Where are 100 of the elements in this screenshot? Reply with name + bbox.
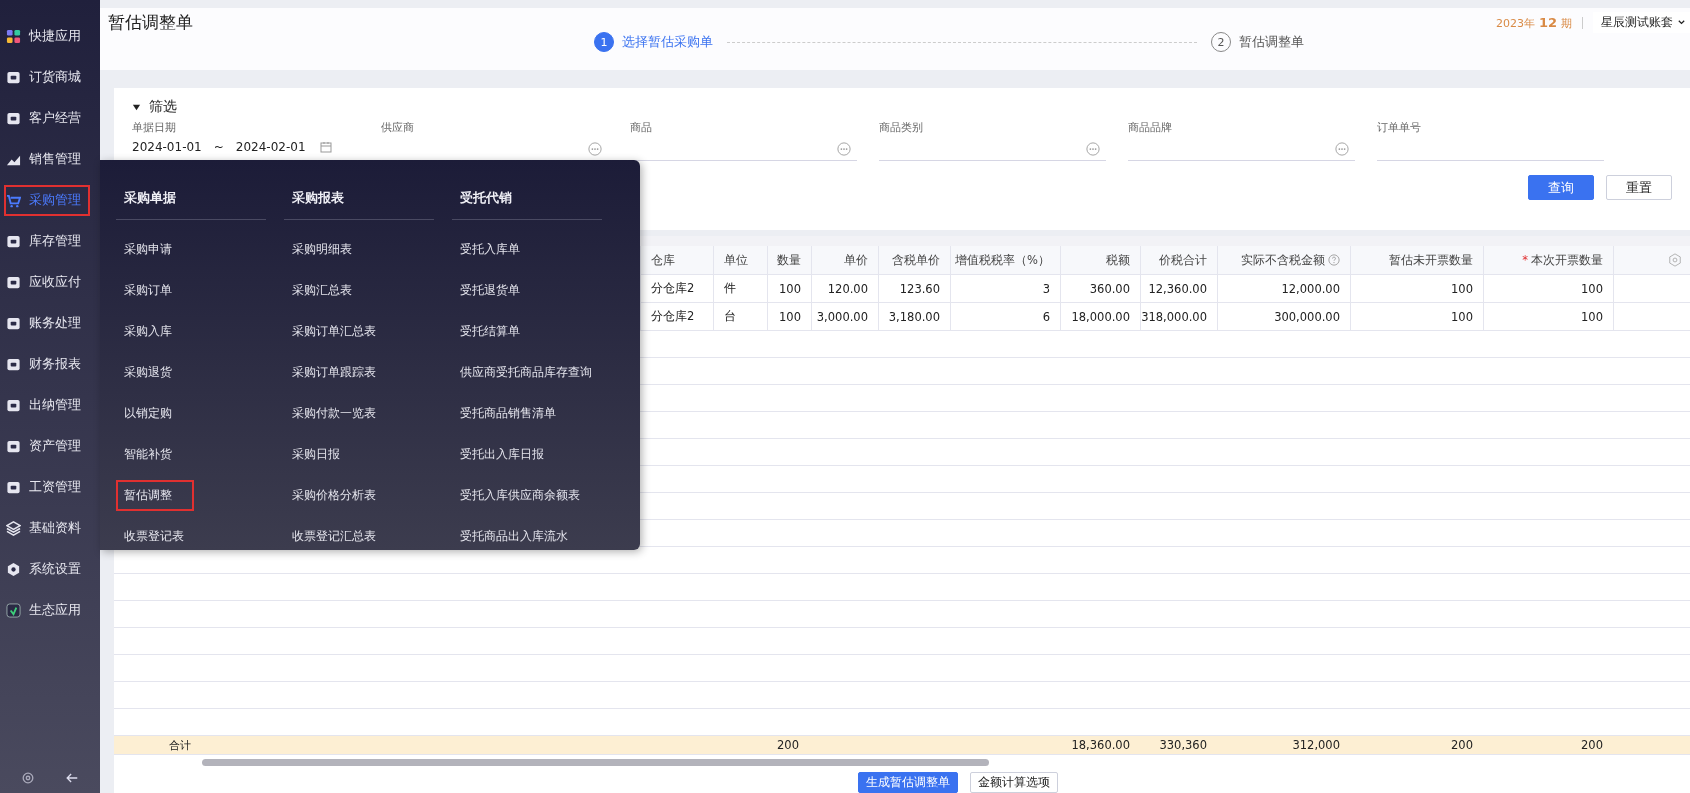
range-separator: ~ <box>213 140 224 154</box>
field-label: 商品 <box>630 120 653 135</box>
menu-item[interactable]: 受托入库供应商余额表 <box>452 480 588 511</box>
table-cell: 100 <box>767 275 811 302</box>
menu-heading: 受托代销 <box>452 186 602 220</box>
table-cell: 12,000.00 <box>1217 275 1350 302</box>
more-icon[interactable] <box>1086 142 1100 156</box>
sidebar-item[interactable]: 快捷应用 <box>4 21 90 52</box>
settings-icon[interactable] <box>1668 253 1682 267</box>
menu-item[interactable]: 采购明细表 <box>284 234 360 265</box>
sidebar-item[interactable]: 客户经营 <box>4 103 90 134</box>
summary-cell: 200 <box>1451 738 1473 752</box>
menu-item[interactable]: 受托结算单 <box>452 316 528 347</box>
summary-cell: 312,000 <box>1292 738 1340 752</box>
sidebar-item[interactable]: 库存管理 <box>4 226 90 257</box>
page-title: 暂估调整单 <box>108 11 193 34</box>
menu-item[interactable]: 受托出入库日报 <box>452 439 552 470</box>
menu-item[interactable]: 受托退货单 <box>452 275 528 306</box>
menu-item[interactable]: 采购付款一览表 <box>284 398 384 429</box>
table-cell: 123.60 <box>878 275 950 302</box>
column-header: 增值税税率（%） <box>955 252 1050 268</box>
triangle-icon <box>132 102 141 112</box>
table-cell: 300,000.00 <box>1217 303 1350 330</box>
sidebar-item[interactable]: 销售管理 <box>4 144 90 175</box>
field-label: 商品品牌 <box>1128 120 1173 135</box>
field-label: 订单单号 <box>1377 120 1422 135</box>
step-item: 2 暂估调整单 <box>1211 32 1304 52</box>
sidebar-item[interactable]: 出纳管理 <box>4 390 90 421</box>
generate-button[interactable]: 生成暂估调整单 <box>858 772 958 793</box>
sidebar-item[interactable]: 账务处理 <box>4 308 90 339</box>
menu-item[interactable]: 采购日报 <box>284 439 348 470</box>
menu-item[interactable]: 受托商品销售清单 <box>452 398 564 429</box>
menu-heading: 采购报表 <box>284 186 434 220</box>
sidebar-item[interactable]: 财务报表 <box>4 349 90 380</box>
arrow-left-icon[interactable] <box>65 771 79 785</box>
settings-icon[interactable] <box>21 771 35 785</box>
menu-item[interactable]: 收票登记汇总表 <box>284 521 384 552</box>
reset-button[interactable]: 重置 <box>1606 175 1672 200</box>
table-cell: 3,180.00 <box>878 303 950 330</box>
hexagon-icon <box>6 562 21 577</box>
sidebar-item[interactable]: 系统设置 <box>4 554 90 585</box>
more-icon[interactable] <box>837 142 851 156</box>
menu-item[interactable]: 收票登记表 <box>116 521 192 552</box>
menu-item[interactable]: 受托商品出入库流水 <box>452 521 576 552</box>
step-item: 1 选择暂估采购单 <box>594 32 713 52</box>
menu-item[interactable]: 采购退货 <box>116 357 180 388</box>
table-cell: 18,000.00 <box>1060 303 1140 330</box>
menu-item[interactable]: 智能补货 <box>116 439 180 470</box>
column-header: 仓库 <box>651 252 675 268</box>
sidebar-item[interactable]: 资产管理 <box>4 431 90 462</box>
summary-cell: 200 <box>1581 738 1603 752</box>
menu-item[interactable]: 采购订单跟踪表 <box>284 357 384 388</box>
date-field[interactable]: 2024-02-01 <box>235 140 306 154</box>
summary-label: 合计 <box>169 737 191 753</box>
summary-cell: 200 <box>777 738 799 752</box>
sidebar-item[interactable]: 应收应付 <box>4 267 90 298</box>
table-cell: 100 <box>1350 303 1483 330</box>
more-icon[interactable] <box>588 142 602 156</box>
menu-item[interactable]: 受托入库单 <box>452 234 528 265</box>
options-button[interactable]: 金额计算选项 <box>970 772 1058 793</box>
table-cell: 318,000.00 <box>1140 303 1217 330</box>
sidebar-item[interactable]: 采购管理 <box>4 185 90 216</box>
menu-item[interactable]: 采购价格分析表 <box>284 480 384 511</box>
calendar-icon[interactable] <box>319 141 332 153</box>
table-cell: 3,000.00 <box>811 303 878 330</box>
menu-item[interactable]: 采购入库 <box>116 316 180 347</box>
table-cell: 12,360.00 <box>1140 275 1217 302</box>
menu-item[interactable]: 采购申请 <box>116 234 180 265</box>
table-cell: 100 <box>1483 303 1613 330</box>
column-header: 本次开票数量 <box>1531 252 1603 268</box>
summary-cell: 330,360 <box>1159 738 1207 752</box>
table-cell: 120.00 <box>811 275 878 302</box>
sidebar-item[interactable]: 生态应用 <box>4 595 90 626</box>
sidebar-item[interactable]: 订货商城 <box>4 62 90 93</box>
date-field[interactable]: 2024-01-01 <box>132 140 202 154</box>
menu-item[interactable]: 暂估调整 <box>116 480 194 511</box>
required-mark: * <box>1522 253 1528 267</box>
query-button[interactable]: 查询 <box>1528 175 1594 200</box>
menu-item[interactable]: 以销定购 <box>116 398 180 429</box>
column-header: 单位 <box>724 252 748 268</box>
field-label: 单据日期 <box>132 120 177 135</box>
scrollbar-thumb[interactable] <box>202 758 989 766</box>
table-cell: 3 <box>950 275 1060 302</box>
filter-toggle[interactable]: 筛选 <box>132 98 177 116</box>
sidebar-item[interactable]: 工资管理 <box>4 472 90 503</box>
column-header: 含税单价 <box>892 252 940 268</box>
menu-item[interactable]: 供应商受托商品库存查询 <box>452 357 600 388</box>
layers-icon <box>6 521 21 536</box>
menu-item[interactable]: 采购汇总表 <box>284 275 360 306</box>
column-header: 实际不含税金额 <box>1241 252 1325 268</box>
grid-icon <box>6 29 21 44</box>
field-label: 商品类别 <box>879 120 924 135</box>
summary-cell: 18,360.00 <box>1071 738 1130 752</box>
more-icon[interactable] <box>1335 142 1349 156</box>
table-cell: 6 <box>950 303 1060 330</box>
menu-item[interactable]: 采购订单 <box>116 275 180 306</box>
menu-item[interactable]: 采购订单汇总表 <box>284 316 384 347</box>
column-header: 价税合计 <box>1159 252 1207 268</box>
help-icon[interactable] <box>1328 254 1340 266</box>
sidebar-item[interactable]: 基础资料 <box>4 513 90 544</box>
